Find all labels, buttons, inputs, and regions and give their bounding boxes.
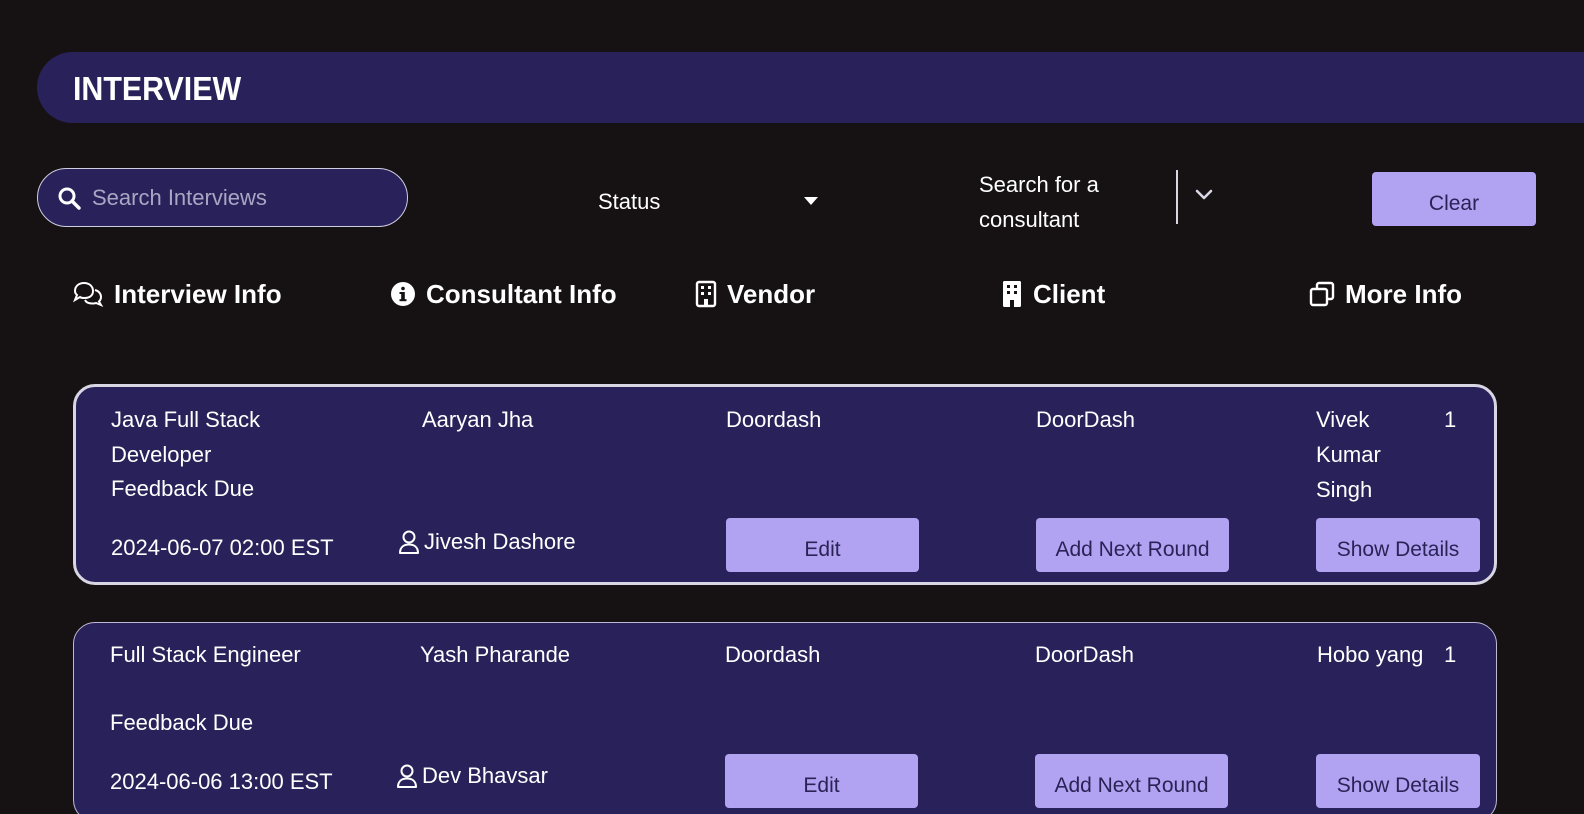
client-name: DoorDash xyxy=(1036,407,1136,432)
user-icon xyxy=(397,764,417,788)
vendor-name: Doordash xyxy=(725,642,821,667)
column-header-client: Client xyxy=(1001,276,1105,312)
column-header-label: Vendor xyxy=(727,278,816,309)
column-header-more-info: More Info xyxy=(1309,276,1462,312)
consultant-name: Yash Pharande xyxy=(420,642,571,667)
round-number: 1 xyxy=(1444,642,1457,667)
column-header-label: Consultant Info xyxy=(426,278,617,309)
add-next-round-button[interactable]: Add Next Round xyxy=(1035,754,1228,808)
windows-icon xyxy=(1309,281,1335,307)
column-header-label: Interview Info xyxy=(114,278,282,309)
search-icon xyxy=(58,187,81,210)
recruiter-name: Dev Bhavsar xyxy=(422,763,548,788)
position-title: Java Full Stack Developer xyxy=(111,407,261,467)
chevron-down-icon[interactable] xyxy=(1193,187,1215,203)
chat-icon xyxy=(72,281,104,307)
recruiter-name: Jivesh Dashore xyxy=(424,529,576,554)
column-header-vendor: Vendor xyxy=(695,276,815,312)
interviewer-name: Vivek Kumar Singh xyxy=(1316,407,1381,502)
interview-card: Java Full Stack Developer Feedback Due 2… xyxy=(73,384,1497,585)
show-details-button[interactable]: Show Details xyxy=(1316,754,1480,808)
recruiter: Jivesh Dashore xyxy=(398,529,576,555)
user-icon xyxy=(399,530,419,554)
search-box[interactable] xyxy=(37,168,408,227)
round-number: 1 xyxy=(1444,407,1457,432)
building-icon xyxy=(1003,281,1021,307)
column-header-label: Client xyxy=(1033,278,1106,309)
consultant-name: Aaryan Jha xyxy=(422,407,534,432)
interview-card: Full Stack Engineer Feedback Due 2024-06… xyxy=(73,622,1497,814)
consultant-select-placeholder: Search for a consultant xyxy=(979,172,1099,232)
status-dropdown[interactable]: Status xyxy=(598,185,828,221)
show-details-button[interactable]: Show Details xyxy=(1316,518,1480,572)
recruiter: Dev Bhavsar xyxy=(396,763,548,789)
edit-button[interactable]: Edit xyxy=(726,518,919,572)
interview-datetime: 2024-06-06 13:00 EST xyxy=(110,769,333,794)
select-divider xyxy=(1176,170,1178,224)
search-input[interactable] xyxy=(92,183,392,213)
edit-button[interactable]: Edit xyxy=(725,754,918,808)
page-header: INTERVIEW xyxy=(37,52,1584,123)
column-header-interview-info: Interview Info xyxy=(72,276,282,312)
caret-down-icon xyxy=(804,197,818,205)
client-name: DoorDash xyxy=(1035,642,1135,667)
page-title: INTERVIEW xyxy=(73,70,242,107)
column-header-label: More Info xyxy=(1345,278,1462,309)
interview-status: Feedback Due xyxy=(110,710,254,735)
interview-status: Feedback Due xyxy=(111,476,255,501)
consultant-select[interactable]: Search for a consultant xyxy=(979,165,1219,232)
interview-datetime: 2024-06-07 02:00 EST xyxy=(111,535,334,560)
clear-button[interactable]: Clear xyxy=(1372,172,1536,226)
column-header-consultant-info: Consultant Info xyxy=(390,276,617,312)
interviewer-name: Hobo yang xyxy=(1317,642,1424,667)
status-label: Status xyxy=(598,189,661,214)
position-title: Full Stack Engineer xyxy=(110,642,301,667)
building-outline-icon xyxy=(695,280,717,308)
info-icon xyxy=(391,282,415,306)
add-next-round-button[interactable]: Add Next Round xyxy=(1036,518,1229,572)
vendor-name: Doordash xyxy=(726,407,822,432)
